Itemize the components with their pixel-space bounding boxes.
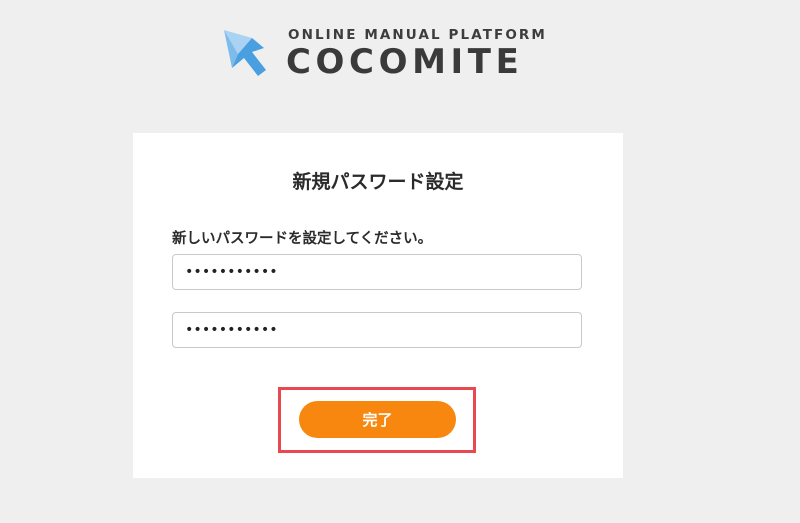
page: ONLINE MANUAL PLATFORM COCOMITE 新規パスワード設… <box>0 0 800 523</box>
logo-tagline: ONLINE MANUAL PLATFORM <box>288 27 547 43</box>
instruction-text: 新しいパスワードを設定してください。 <box>172 231 433 247</box>
logo-name: COCOMITE <box>286 42 524 82</box>
complete-button[interactable]: 完了 <box>299 401 456 438</box>
cursor-arrow-icon <box>224 30 266 76</box>
cocomite-logo: ONLINE MANUAL PLATFORM COCOMITE <box>222 26 545 86</box>
password-reset-card: 新規パスワード設定 新しいパスワードを設定してください。 完了 <box>133 133 623 478</box>
confirm-password-input[interactable] <box>172 312 582 348</box>
new-password-input[interactable] <box>172 254 582 290</box>
page-title: 新規パスワード設定 <box>292 171 464 193</box>
